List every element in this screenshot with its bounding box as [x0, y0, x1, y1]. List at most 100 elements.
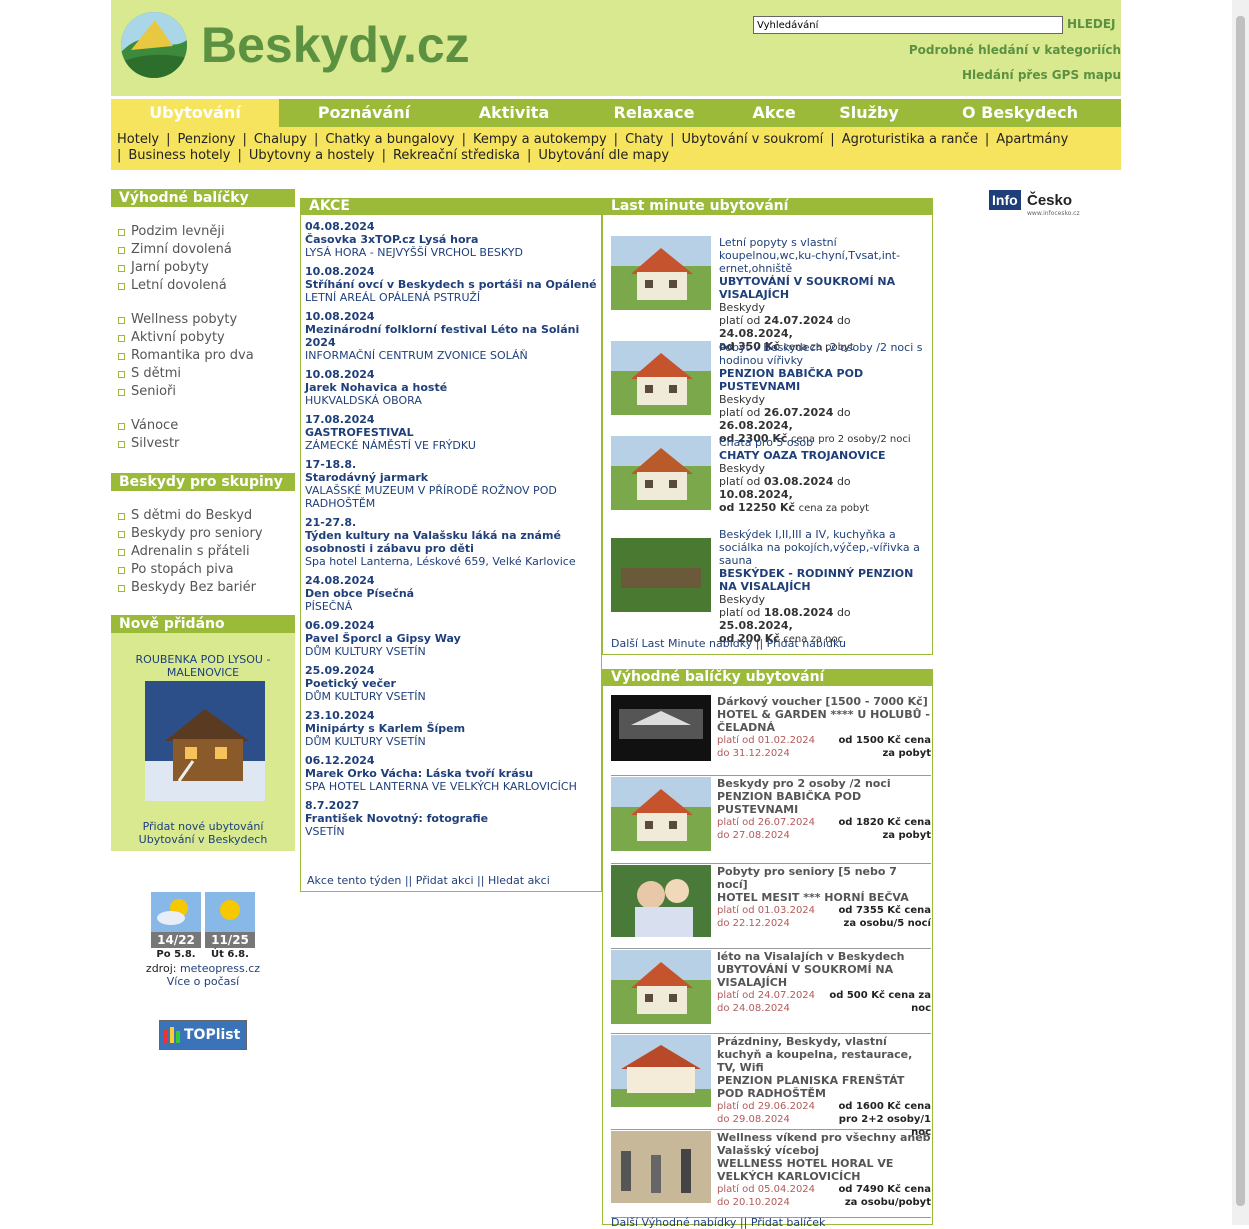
subnav-chaty[interactable]: Chaty: [625, 132, 663, 147]
weather-source-link[interactable]: meteopress.cz: [180, 962, 260, 975]
lastminute-name[interactable]: UBYTOVÁNÍ V SOUKROMÍ NA VISALAJÍCH: [719, 275, 927, 301]
package-photo[interactable]: [611, 1035, 711, 1107]
more-lastminute-link[interactable]: Další Last Minute nabídky: [611, 637, 752, 650]
package-title[interactable]: léto na Visalajích v Beskydech: [717, 950, 931, 963]
list-item[interactable]: Beskydy pro seniory: [111, 525, 295, 543]
package-title[interactable]: Wellness víkend pro všechny aneb Valašsk…: [717, 1131, 931, 1157]
package-title[interactable]: Pobyty pro seniory [5 nebo 7 nocí]: [717, 865, 931, 891]
package-title[interactable]: Prázdniny, Beskydy, vlastní kuchyň a kou…: [717, 1035, 931, 1074]
package-photo[interactable]: [611, 777, 711, 851]
subnav-agroturistika[interactable]: Agroturistika a ranče: [842, 132, 978, 147]
package-name[interactable]: WELLNESS HOTEL HORAL VE VELKÝCH KARLOVIC…: [717, 1157, 931, 1183]
subnav-business[interactable]: Business hotely: [128, 148, 230, 163]
nav-tab-o-beskydech[interactable]: O Beskydech: [919, 99, 1121, 127]
event-title[interactable]: Časovka 3xTOP.cz Lysá hora: [305, 233, 597, 246]
list-item[interactable]: Beskydy Bez bariér: [111, 579, 295, 597]
event-place[interactable]: ZÁMECKÉ NÁMĚSTÍ VE FRÝDKU: [305, 439, 597, 452]
lastminute-name[interactable]: PENZION BABIČKA POD PUSTEVNAMI: [719, 367, 927, 393]
package-photo[interactable]: [611, 950, 711, 1024]
event-title[interactable]: Pavel Šporcl a Gipsy Way: [305, 632, 597, 645]
package-name[interactable]: PENZION PLANISKA FRENŠTÁT POD RADHOŠTĚM: [717, 1074, 931, 1100]
add-package-link[interactable]: Přidat balíček: [751, 1216, 826, 1229]
infocesko-banner[interactable]: Info Česko www.infocesko.cz: [989, 190, 1089, 218]
subnav-kempy[interactable]: Kempy a autokempy: [473, 132, 607, 147]
lastminute-photo[interactable]: [611, 236, 711, 310]
list-item[interactable]: Senioři: [111, 383, 295, 401]
event-place[interactable]: DŮM KULTURY VSETÍN: [305, 735, 597, 748]
event-place[interactable]: VALAŠSKÉ MUZEUM V PŘÍRODĚ ROŽNOV POD RAD…: [305, 484, 597, 510]
event-title[interactable]: Poetický večer: [305, 677, 597, 690]
nav-tab-poznavani[interactable]: Poznávání: [279, 99, 449, 127]
nav-tab-akce[interactable]: Akce: [729, 99, 819, 127]
scrollbar[interactable]: [1232, 0, 1249, 1225]
list-item[interactable]: Adrenalin s přáteli: [111, 543, 295, 561]
add-offer-link[interactable]: Přidat nabídku: [767, 637, 846, 650]
lastminute-desc[interactable]: Chata pro 5 osob: [719, 436, 927, 449]
nav-tab-aktivita[interactable]: Aktivita: [449, 99, 579, 127]
list-item[interactable]: S dětmi: [111, 365, 295, 383]
lastminute-name[interactable]: CHATY OAZA TROJANOVICE: [719, 449, 927, 462]
event-place[interactable]: Spa hotel Lanterna, Léskové 659, Velké K…: [305, 555, 597, 568]
weather-more-link[interactable]: Více o počasí: [111, 975, 295, 988]
package-name[interactable]: HOTEL MESIT *** HORNÍ BEČVA: [717, 891, 931, 904]
list-item[interactable]: Po stopách piva: [111, 561, 295, 579]
event-place[interactable]: LETNÍ AREÁL OPÁLENÁ PSTRUŽÍ: [305, 291, 597, 304]
package-name[interactable]: PENZION BABIČKA POD PUSTEVNAMI: [717, 790, 931, 816]
list-item[interactable]: Wellness pobyty: [111, 311, 295, 329]
add-event-link[interactable]: Přidat akci: [416, 874, 474, 887]
event-title[interactable]: Den obce Písečná: [305, 587, 597, 600]
event-title[interactable]: Mezinárodní folklorní festival Léto na S…: [305, 323, 597, 349]
lastminute-name[interactable]: BESKÝDEK - RODINNÝ PENZION NA VISALAJÍCH: [719, 567, 927, 593]
lastminute-photo[interactable]: [611, 436, 711, 510]
scrollbar-thumb[interactable]: [1236, 16, 1245, 1206]
new-item-image[interactable]: [145, 681, 265, 801]
list-item[interactable]: Jarní pobyty: [111, 259, 295, 277]
package-title[interactable]: Dárkový voucher [1500 - 7000 Kč]: [717, 695, 931, 708]
search-event-link[interactable]: Hledat akci: [488, 874, 550, 887]
package-photo[interactable]: [611, 1131, 711, 1203]
more-packages-link[interactable]: Další Výhodné nabídky: [611, 1216, 736, 1229]
category-search-link[interactable]: Podrobné hledání v kategoriích: [909, 43, 1121, 57]
accommodation-link[interactable]: Ubytování v Beskydech: [111, 833, 295, 846]
event-title[interactable]: Starodávný jarmark: [305, 471, 597, 484]
subnav-ubytovny[interactable]: Ubytovny a hostely: [249, 148, 375, 163]
subnav-rekreacni[interactable]: Rekreační střediska: [393, 148, 520, 163]
event-title[interactable]: Jarek Nohavica a hosté: [305, 381, 597, 394]
lastminute-photo[interactable]: [611, 538, 711, 612]
event-place[interactable]: DŮM KULTURY VSETÍN: [305, 645, 597, 658]
lastminute-desc[interactable]: Letní popyty s vlastní koupelnou,wc,ku-c…: [719, 236, 927, 275]
events-this-week-link[interactable]: Akce tento týden: [307, 874, 401, 887]
event-title[interactable]: GASTROFESTIVAL: [305, 426, 597, 439]
subnav-soukromi[interactable]: Ubytování v soukromí: [682, 132, 824, 147]
search-button[interactable]: HLEDEJ: [1067, 17, 1116, 31]
search-input[interactable]: [753, 16, 1063, 34]
list-item[interactable]: Vánoce: [111, 417, 295, 435]
list-item[interactable]: S dětmi do Beskyd: [111, 507, 295, 525]
subnav-penziony[interactable]: Penziony: [178, 132, 236, 147]
gps-search-link[interactable]: Hledání přes GPS mapu: [962, 68, 1121, 82]
site-logo-text[interactable]: Beskydy.cz: [201, 16, 470, 74]
lastminute-desc[interactable]: Beskýdek I,II,III a IV, kuchyňka a sociá…: [719, 528, 927, 567]
list-item[interactable]: Podzim levněji: [111, 223, 295, 241]
toplist-badge[interactable]: TOPlist: [159, 1020, 247, 1050]
event-place[interactable]: PÍSEČNÁ: [305, 600, 597, 613]
event-place[interactable]: LYSÁ HORA - NEJVYŠŠÍ VRCHOL BESKYD: [305, 246, 597, 259]
subnav-hotely[interactable]: Hotely: [117, 132, 159, 147]
nav-tab-sluzby[interactable]: Služby: [819, 99, 919, 127]
package-photo[interactable]: [611, 695, 711, 767]
event-place[interactable]: INFORMAČNÍ CENTRUM ZVONICE SOLÁŇ: [305, 349, 597, 362]
lastminute-desc[interactable]: Pobyt v Beskydech ,2 osoby /2 noci s hod…: [719, 341, 927, 367]
event-title[interactable]: Minipárty s Karlem Šípem: [305, 722, 597, 735]
package-name[interactable]: UBYTOVÁNÍ V SOUKROMÍ NA VISALAJÍCH: [717, 963, 931, 989]
subnav-chalupy[interactable]: Chalupy: [254, 132, 307, 147]
list-item[interactable]: Letní dovolená: [111, 277, 295, 295]
nav-tab-relaxace[interactable]: Relaxace: [579, 99, 729, 127]
list-item[interactable]: Zimní dovolená: [111, 241, 295, 259]
add-accommodation-link[interactable]: Přidat nové ubytování: [111, 820, 295, 833]
event-title[interactable]: František Novotný: fotografie: [305, 812, 597, 825]
event-title[interactable]: Týden kultury na Valašsku láká na známé …: [305, 529, 597, 555]
event-place[interactable]: SPA HOTEL LANTERNA VE VELKÝCH KARLOVICÍC…: [305, 780, 597, 793]
lastminute-photo[interactable]: [611, 341, 711, 415]
package-title[interactable]: Beskydy pro 2 osoby /2 noci: [717, 777, 931, 790]
list-item[interactable]: Romantika pro dva: [111, 347, 295, 365]
